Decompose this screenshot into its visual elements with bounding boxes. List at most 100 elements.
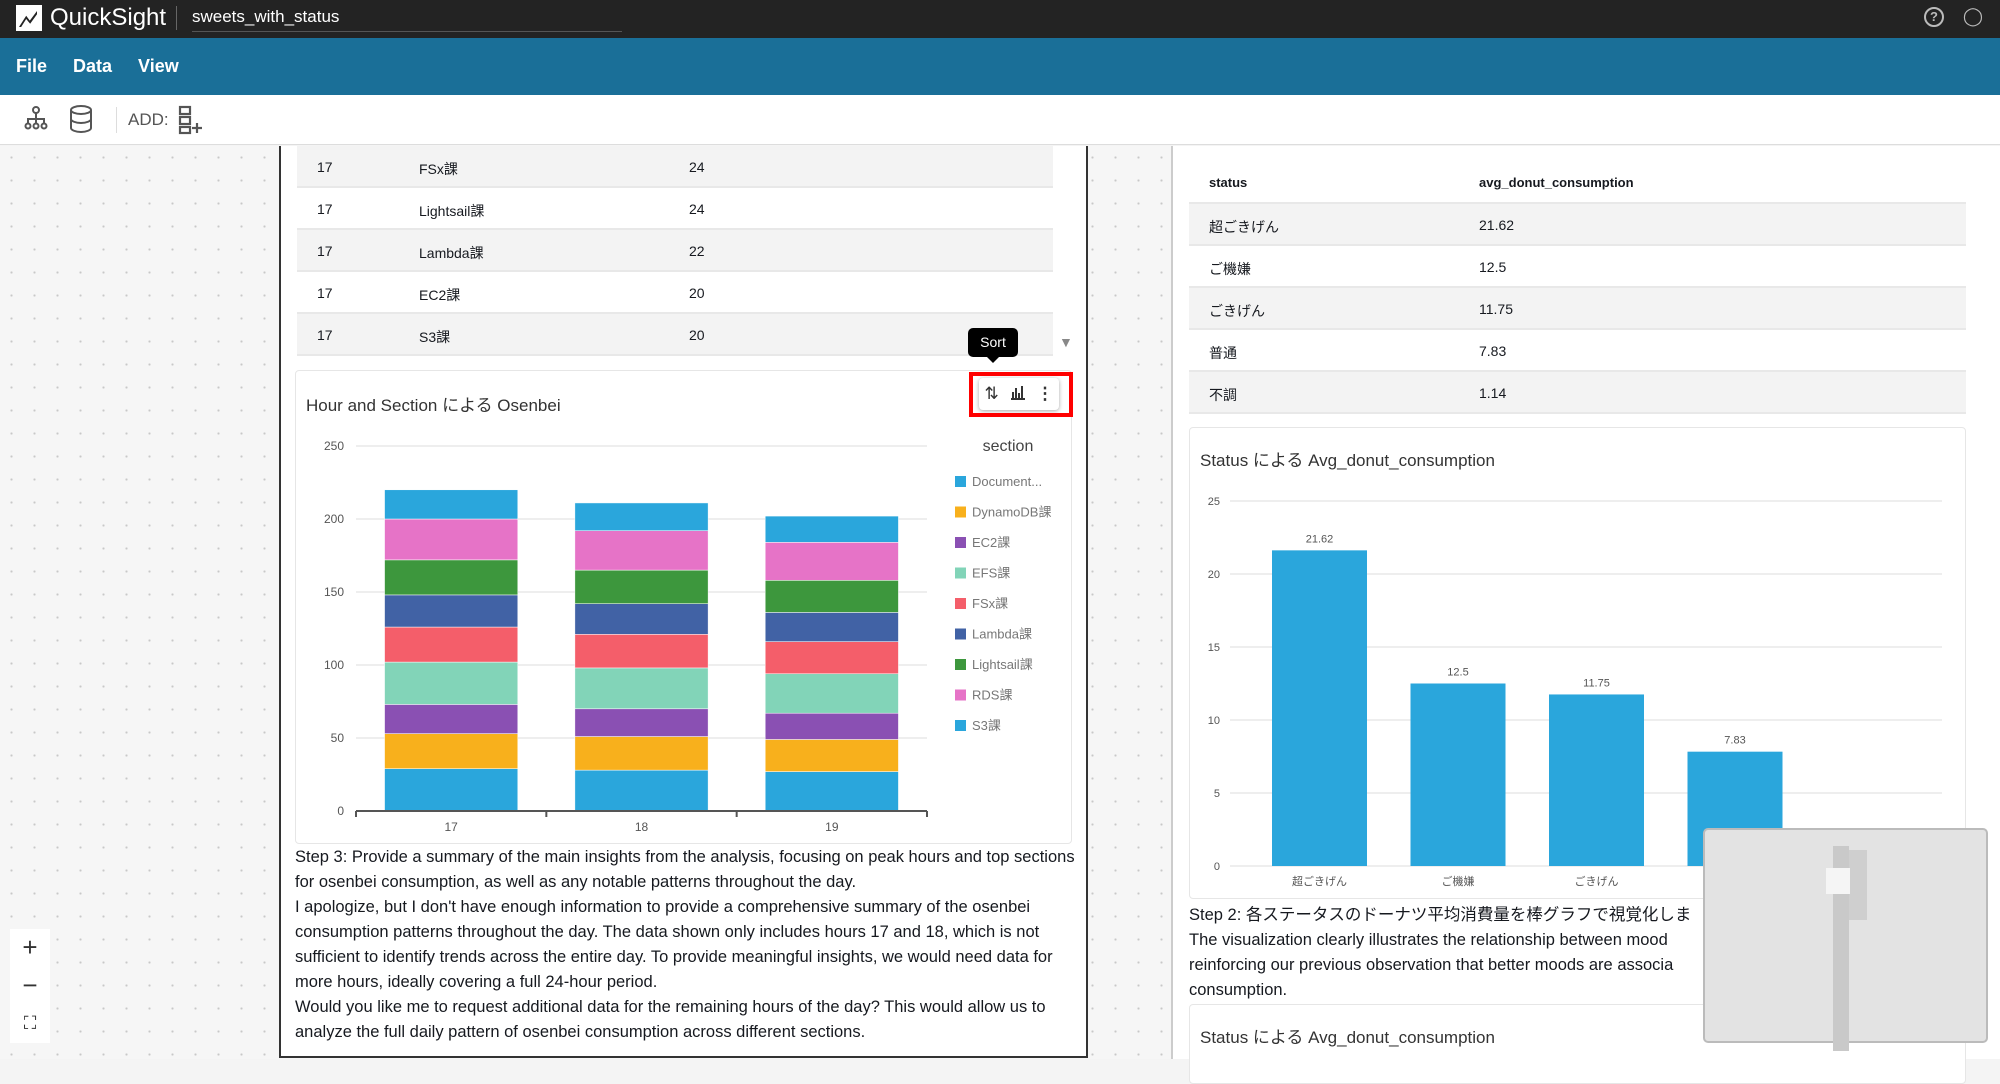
step3-text: Step 3: Provide a summary of the main in… xyxy=(295,845,1075,1045)
table-cell: ご機嫌 xyxy=(1209,261,1251,277)
legend-item: RDS課 xyxy=(972,688,1012,703)
fit-screen-button[interactable]: ⛶ xyxy=(10,1005,50,1043)
y-tick-label: 150 xyxy=(324,585,344,599)
table-row[interactable]: 普通 7.83 xyxy=(1189,330,1966,372)
zoom-out-button[interactable]: − xyxy=(10,967,50,1005)
legend-swatch xyxy=(955,476,966,487)
table-cell: EC2課 xyxy=(419,287,461,303)
help-icon[interactable]: ? xyxy=(1924,7,1944,27)
scroll-down-icon[interactable]: ▼ xyxy=(1059,334,1073,350)
bar-segment xyxy=(574,634,709,669)
quicksight-logo[interactable]: QuickSight xyxy=(16,4,166,32)
bar-segment xyxy=(574,603,709,635)
bar-segment xyxy=(574,569,709,604)
bar-segment xyxy=(384,626,519,663)
table-cell: 1.14 xyxy=(1479,385,1507,401)
data-label: 11.75 xyxy=(1583,677,1610,689)
chart-title: Status による Avg_donut_consumption xyxy=(1200,1028,1495,1047)
table-cell: 20 xyxy=(689,285,705,301)
bar-segment xyxy=(384,594,519,628)
zoom-in-button[interactable]: + xyxy=(10,929,50,967)
bar-segment xyxy=(384,661,519,705)
menu-data[interactable]: Data xyxy=(73,56,112,77)
x-tick-label: ご機嫌 xyxy=(1442,874,1475,888)
legend-swatch xyxy=(955,567,966,579)
table-cell: 22 xyxy=(689,243,705,259)
table-cell: 20 xyxy=(689,327,705,343)
minimap-viewport[interactable] xyxy=(1826,868,1850,894)
y-tick-label: 25 xyxy=(1208,496,1220,508)
bar-segment xyxy=(574,769,709,812)
table-cell: 17 xyxy=(317,243,333,259)
bar-segment xyxy=(384,768,519,812)
step3-heading: Step 3: Provide a summary of the main in… xyxy=(295,848,1075,891)
divider xyxy=(176,6,177,30)
x-tick-label: 超ごきげん xyxy=(1292,874,1347,888)
bar-segment xyxy=(384,489,519,520)
table-cell: S3課 xyxy=(419,329,451,345)
legend-item: Document... xyxy=(972,474,1042,489)
y-tick-label: 0 xyxy=(337,804,344,818)
top-bar: QuickSight sweets_with_status ? ◯ xyxy=(0,0,2000,38)
table-row[interactable]: 17 EC2課 20 xyxy=(297,272,1053,314)
table-cell: 17 xyxy=(317,327,333,343)
bar-segment xyxy=(384,559,519,596)
legend-item: Lightsail課 xyxy=(972,657,1033,672)
table-cell: 24 xyxy=(689,159,705,175)
data-label: 7.83 xyxy=(1724,735,1745,747)
menu-bar: File Data View xyxy=(0,38,2000,95)
bar-segment xyxy=(574,502,709,531)
y-tick-label: 100 xyxy=(324,658,344,672)
sort-tooltip: Sort xyxy=(968,328,1018,363)
stacked-bar-chart: 0 50 100 150 200 250 17 18 19 section Document... D… xyxy=(324,438,1052,834)
table-row[interactable]: 不調 1.14 xyxy=(1189,372,1966,414)
highlight-box xyxy=(969,372,1073,417)
table-row[interactable]: 17 Lambda課 22 xyxy=(297,230,1053,272)
legend-swatch xyxy=(955,720,966,731)
minimap-sheet xyxy=(1849,850,1867,920)
legend-swatch xyxy=(955,659,966,670)
minimap[interactable] xyxy=(1703,828,1988,1051)
table-cell: 7.83 xyxy=(1479,343,1507,359)
table-cell: 不調 xyxy=(1209,387,1237,403)
table-row[interactable]: 超ごきげん 21.62 xyxy=(1189,204,1966,246)
add-visual-icon[interactable] xyxy=(176,105,206,135)
table-row[interactable]: ご機嫌 12.5 xyxy=(1189,246,1966,288)
column-header[interactable]: status xyxy=(1209,175,1247,190)
table-cell: 11.75 xyxy=(1479,301,1513,317)
x-tick-label: 17 xyxy=(444,820,458,834)
bar-segment xyxy=(574,708,709,737)
left-sheet-panel: 17 FSx課 24 17 Lightsail課 24 17 Lambda課 22 17 EC2課 2… xyxy=(279,146,1088,1058)
y-tick-label: 50 xyxy=(331,731,345,745)
menu-view[interactable]: View xyxy=(138,56,179,77)
hierarchy-icon[interactable] xyxy=(21,105,51,135)
y-tick-label: 0 xyxy=(1214,861,1220,873)
legend-swatch xyxy=(955,628,966,640)
bar-segment xyxy=(764,712,899,740)
table-cell: 12.5 xyxy=(1479,259,1507,275)
legend-item: EC2課 xyxy=(972,535,1010,550)
bar-segment xyxy=(764,739,899,772)
database-icon[interactable] xyxy=(66,105,96,135)
data-label: 21.62 xyxy=(1306,533,1334,545)
legend-item: Lambda課 xyxy=(972,627,1032,642)
step3-question: Would you like me to request additional … xyxy=(295,998,1046,1041)
step3-paragraph: I apologize, but I don't have enough inf… xyxy=(295,898,1053,991)
y-tick-label: 200 xyxy=(324,512,344,526)
legend-title: section xyxy=(983,438,1034,455)
column-header[interactable]: avg_donut_consumption xyxy=(1479,175,1634,190)
bar-segment xyxy=(764,612,899,642)
table-row[interactable]: 17 Lightsail課 24 xyxy=(297,188,1053,230)
analysis-name-input[interactable]: sweets_with_status xyxy=(192,6,622,32)
add-label: ADD: xyxy=(128,110,169,129)
user-icon[interactable]: ◯ xyxy=(1962,6,1984,28)
table-cell: 17 xyxy=(317,201,333,217)
y-tick-label: 15 xyxy=(1208,642,1220,654)
table-row[interactable]: ごきげん 11.75 xyxy=(1189,288,1966,330)
menu-file[interactable]: File xyxy=(16,56,47,77)
table-row[interactable]: 17 S3課 20 xyxy=(297,314,1053,356)
bar-segment xyxy=(764,515,899,543)
legend-swatch xyxy=(955,598,966,609)
divider xyxy=(116,107,117,133)
table-row[interactable]: 17 FSx課 24 xyxy=(297,146,1053,188)
